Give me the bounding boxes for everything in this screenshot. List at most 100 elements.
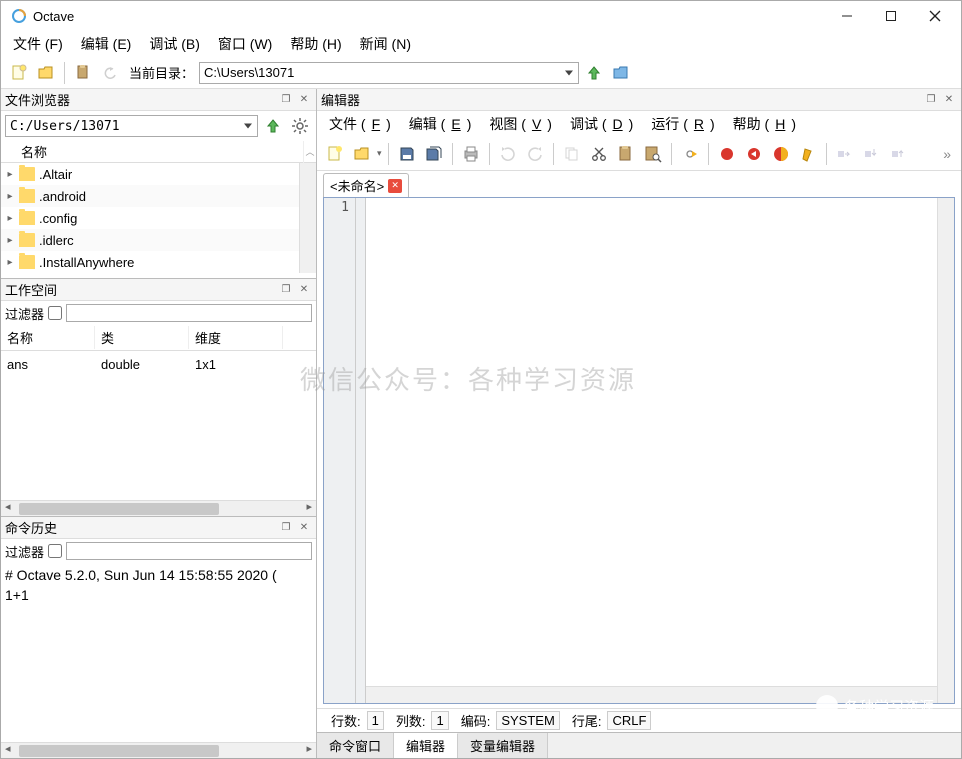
editor-gutter: 1 [324,198,356,703]
file-browser-row[interactable]: ▸.InstallAnywhere [1,251,316,273]
ws-filter-input[interactable] [66,304,312,322]
hist-filter-checkbox[interactable] [48,544,62,558]
copy-icon[interactable] [71,61,95,85]
emenu-help[interactable]: 帮助 (H) [727,112,802,136]
erun-icon[interactable] [678,142,702,166]
history-list[interactable]: # Octave 5.2.0, Sun Jun 14 15:58:55 2020… [1,563,316,742]
open-file-icon[interactable] [34,61,58,85]
menu-news[interactable]: 新闻 (N) [354,32,417,56]
history-line[interactable]: # Octave 5.2.0, Sun Jun 14 15:58:55 2020… [5,565,312,585]
pane-undock-icon[interactable]: ❐ [278,282,294,298]
undo-icon[interactable] [98,61,122,85]
expand-icon[interactable]: ▸ [5,235,15,246]
history-pane: 命令历史 ❐ ✕ 过滤器 # Octave 5.2.0, Sun Jun 14 … [1,517,316,758]
eundo-icon[interactable] [496,142,520,166]
ebp-prev-icon[interactable] [742,142,766,166]
new-file-icon[interactable] [7,61,31,85]
folder-icon [19,211,35,225]
file-name: .android [39,189,86,204]
history-line[interactable]: 1+1 [5,585,312,605]
folder-icon [19,167,35,181]
history-hscroll[interactable] [1,742,316,758]
editor-toolbar: ▾ [317,137,961,171]
esaveall-icon[interactable] [422,142,446,166]
file-browser-row[interactable]: ▸.config [1,207,316,229]
editor-hscroll[interactable] [366,686,937,703]
efind-icon[interactable] [641,142,665,166]
file-browser-row[interactable]: ▸.idlerc [1,229,316,251]
eprint-icon[interactable] [459,142,483,166]
epaste-icon[interactable] [614,142,638,166]
toolbar-overflow-icon[interactable]: » [939,146,955,162]
enew-icon[interactable] [323,142,347,166]
emenu-view[interactable]: 视图 (V) [483,112,558,136]
emenu-run[interactable]: 运行 (R) [645,112,720,136]
workspace-row[interactable]: ansdouble1x1 [1,351,316,377]
emenu-file[interactable]: 文件 (F) [323,112,397,136]
pane-close-icon[interactable]: ✕ [296,92,312,108]
ws-filter-checkbox[interactable] [48,306,62,320]
editor-tab[interactable]: <未命名> ✕ [323,173,409,197]
menu-edit[interactable]: 编辑 (E) [75,32,138,56]
editor-body[interactable]: 1 [323,197,955,704]
pane-close-icon[interactable]: ✕ [941,92,957,108]
estepin-icon[interactable] [860,142,884,166]
folder-icon [19,233,35,247]
close-button[interactable] [913,2,957,30]
pane-close-icon[interactable]: ✕ [296,520,312,536]
esave-icon[interactable] [395,142,419,166]
workspace-hscroll[interactable] [1,500,316,516]
ecut-icon[interactable] [587,142,611,166]
pane-undock-icon[interactable]: ❐ [278,92,294,108]
app-icon [11,8,27,24]
ebp-clear-icon[interactable] [796,142,820,166]
currentdir-input[interactable] [199,62,579,84]
estep-icon[interactable] [833,142,857,166]
menu-debug[interactable]: 调试 (B) [143,32,206,56]
pane-undock-icon[interactable]: ❐ [278,520,294,536]
expand-icon[interactable]: ▸ [5,169,15,180]
file-browser-path[interactable] [5,115,258,137]
btab-editor[interactable]: 编辑器 [394,733,458,758]
ebp-next-icon[interactable] [769,142,793,166]
editor-tab-label: <未命名> [330,176,384,195]
fb-gear-icon[interactable] [288,114,312,138]
history-title: 命令历史 [5,518,276,537]
expand-icon[interactable]: ▸ [5,191,15,202]
pane-close-icon[interactable]: ✕ [296,282,312,298]
fb-up-icon[interactable] [261,114,285,138]
menu-window[interactable]: 窗口 (W) [212,32,278,56]
eopen-icon[interactable] [350,142,374,166]
pane-undock-icon[interactable]: ❐ [923,92,939,108]
menu-help[interactable]: 帮助 (H) [284,32,347,56]
status-eol: CRLF [607,711,651,730]
ebp-icon[interactable] [715,142,739,166]
eredo-icon[interactable] [523,142,547,166]
minimize-button[interactable] [825,2,869,30]
file-browser-row[interactable]: ▸ .android [1,185,316,207]
ws-col-class[interactable]: 类 [95,326,189,349]
expand-icon[interactable]: ▸ [5,213,15,224]
expand-icon[interactable]: ▸ [5,257,15,268]
file-browser-title: 文件浏览器 [5,90,276,109]
status-col: 1 [431,711,448,730]
editor-tabs: <未命名> ✕ [317,171,961,197]
estepout-icon[interactable] [887,142,911,166]
hist-filter-input[interactable] [66,542,312,560]
file-browser-row[interactable]: ▸.Altair [1,163,316,185]
go-up-icon[interactable] [582,61,606,85]
ws-col-dims[interactable]: 维度 [189,326,283,349]
menu-file[interactable]: 文件 (F) [7,32,69,56]
tab-close-icon[interactable]: ✕ [388,179,402,193]
emenu-debug[interactable]: 调试 (D) [564,112,639,136]
editor-vscroll[interactable] [937,198,954,703]
ecopy-icon[interactable] [560,142,584,166]
emenu-edit[interactable]: 编辑 (E) [403,112,478,136]
browse-folder-icon[interactable] [609,61,633,85]
btab-cmd[interactable]: 命令窗口 [317,733,394,758]
fb-col-name[interactable]: 名称 [1,141,304,163]
status-enc: SYSTEM [496,711,559,730]
btab-var[interactable]: 变量编辑器 [458,733,548,758]
ws-col-name[interactable]: 名称 [1,326,95,349]
maximize-button[interactable] [869,2,913,30]
